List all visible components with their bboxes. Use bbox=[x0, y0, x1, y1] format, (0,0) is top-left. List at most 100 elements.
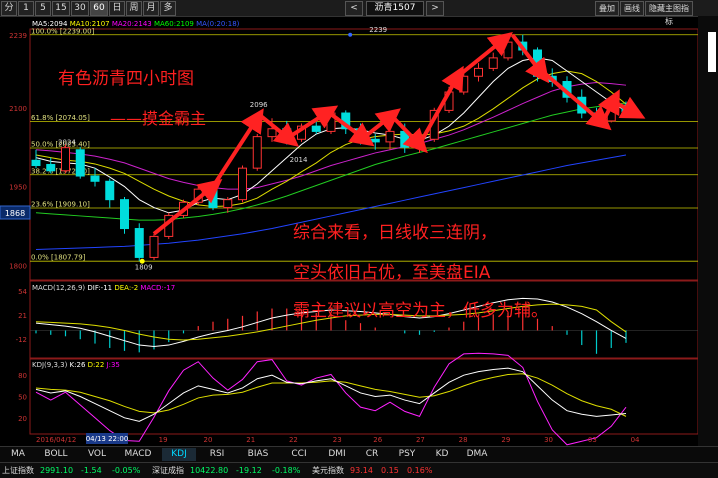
time-tick: 20 bbox=[204, 436, 213, 444]
legend-item: J:35 bbox=[106, 361, 120, 369]
macd-tick: 21 bbox=[18, 312, 27, 320]
time-tick: 23 bbox=[333, 436, 342, 444]
kdj-d-line bbox=[35, 373, 627, 417]
time-tick: 22 bbox=[289, 436, 298, 444]
index-name[interactable]: 深证成指 bbox=[152, 463, 184, 478]
comment-line-1: 综合来看，日线收三连阴， bbox=[293, 223, 497, 243]
legend-item: MA(0:20:18) bbox=[196, 20, 240, 28]
author-note: ——摸金霸主 bbox=[110, 109, 206, 128]
candle-body bbox=[267, 128, 277, 138]
right-scroll-thumb[interactable] bbox=[708, 32, 716, 72]
period-button[interactable]: 日 bbox=[109, 1, 125, 16]
indicator-tab[interactable]: KDJ bbox=[162, 448, 196, 461]
time-tick: 21 bbox=[246, 436, 255, 444]
candle-body bbox=[488, 57, 498, 69]
candle-body bbox=[385, 130, 395, 143]
price-label: 2239 bbox=[369, 26, 387, 34]
tool-button[interactable]: 画线 bbox=[620, 1, 644, 16]
period-button[interactable]: 15 bbox=[52, 1, 70, 16]
chart-area: 100.0% [2239.00]61.8% [2074.05]50.0% [20… bbox=[0, 16, 718, 446]
comment-line-2: 空头依旧占优，至美盘EIA bbox=[293, 263, 491, 283]
fib-label: 100.0% [2239.00] bbox=[31, 27, 95, 35]
prev-symbol-button[interactable]: < bbox=[345, 1, 363, 16]
legend-title: KDJ(9,3,3) bbox=[32, 361, 70, 369]
indicator-tab[interactable]: DMI bbox=[320, 448, 354, 461]
tool-button[interactable]: 叠加 bbox=[595, 1, 619, 16]
indicator-tabs: MA BOLL VOL MACD KDJ RSI BIAS CCI DMI CR PSY KD DMA bbox=[0, 446, 718, 462]
legend-item: MA20:2143 bbox=[112, 20, 154, 28]
price-tick: 1800 bbox=[9, 262, 27, 270]
tool-button[interactable]: 隐藏主图指标 bbox=[645, 1, 693, 26]
candle-body bbox=[311, 125, 321, 132]
index-name[interactable]: 上证指数 bbox=[2, 463, 34, 478]
cursor-time-label: 04/13 22:00 bbox=[86, 435, 129, 443]
index-name[interactable]: 美元指数 bbox=[312, 463, 344, 478]
time-tick: 19 bbox=[159, 436, 168, 444]
time-tick: 29 bbox=[501, 436, 510, 444]
fib-label: 61.8% [2074.05] bbox=[31, 114, 90, 122]
candle-body bbox=[208, 188, 218, 209]
indicator-tab[interactable]: DMA bbox=[460, 448, 494, 461]
index-change: -1.54 bbox=[81, 466, 102, 475]
time-tick: 30 bbox=[544, 436, 553, 444]
price-label: 2014 bbox=[290, 156, 308, 164]
next-symbol-button[interactable]: > bbox=[426, 1, 444, 16]
candle-body bbox=[31, 159, 41, 167]
price-label: 1809 bbox=[135, 264, 153, 272]
legend-item: K:26 bbox=[70, 361, 88, 369]
period-button[interactable]: 月 bbox=[143, 1, 159, 16]
candle-body bbox=[75, 149, 85, 177]
candle-body bbox=[238, 167, 247, 201]
index-pct: -0.18% bbox=[272, 466, 301, 475]
symbol-selector[interactable]: 沥青1507 bbox=[366, 1, 424, 16]
indicator-tab[interactable]: MACD bbox=[118, 448, 158, 461]
price-tick: 2239 bbox=[9, 32, 27, 40]
indicator-tab[interactable]: RSI bbox=[200, 448, 234, 461]
period-button[interactable]: 1 bbox=[18, 1, 34, 16]
price-label: 2024 bbox=[58, 139, 76, 147]
legend-title: MACD(12,26,9) bbox=[32, 284, 87, 292]
index-value: 93.14 bbox=[350, 466, 373, 475]
indicator-tab[interactable]: BOLL bbox=[36, 448, 76, 461]
indicator-tab[interactable]: MA bbox=[4, 448, 32, 461]
kdj-panel-frame bbox=[29, 358, 699, 435]
comment-line-3: 霸主建议以高空为主，低多为辅。 bbox=[293, 301, 548, 321]
fib-label: 23.6% [1909.10] bbox=[31, 201, 90, 209]
indicator-tab[interactable]: CR bbox=[358, 448, 386, 461]
right-scrollbar[interactable] bbox=[698, 16, 718, 446]
index-change: -19.12 bbox=[236, 466, 262, 475]
period-button[interactable]: 5 bbox=[35, 1, 51, 16]
indicator-tab[interactable]: BIAS bbox=[238, 448, 278, 461]
time-tick: 26 bbox=[373, 436, 382, 444]
candle-body bbox=[370, 138, 380, 143]
chart-title-note: 有色沥青四小时图 bbox=[58, 69, 194, 89]
candle-body bbox=[252, 136, 262, 169]
candle-body bbox=[105, 180, 115, 201]
time-tick: 28 bbox=[459, 436, 468, 444]
indicator-tab[interactable]: PSY bbox=[390, 448, 424, 461]
legend-item: MA5:2094 bbox=[32, 20, 70, 28]
legend-item: MA10:2107 bbox=[70, 20, 112, 28]
candle-body bbox=[120, 199, 129, 230]
period-button[interactable]: 周 bbox=[126, 1, 142, 16]
macd-tick: 54 bbox=[18, 288, 27, 296]
candle-body bbox=[223, 199, 233, 209]
index-pct: 0.16% bbox=[407, 466, 433, 475]
period-button[interactable]: 分 bbox=[1, 1, 17, 16]
legend-item: D:22 bbox=[88, 361, 107, 369]
market-status-bar: 上证指数 2991.10 -1.54 -0.05% 深证成指 10422.80 -19.12… bbox=[0, 462, 718, 478]
indicator-tab[interactable]: VOL bbox=[80, 448, 114, 461]
index-pct: -0.05% bbox=[112, 466, 141, 475]
candle-body bbox=[134, 228, 144, 258]
indicator-tab[interactable]: CCI bbox=[282, 448, 316, 461]
kdj-tick: 50 bbox=[18, 394, 27, 402]
time-tick: 04 bbox=[631, 436, 640, 444]
index-value: 10422.80 bbox=[190, 466, 229, 475]
period-button[interactable]: 60 bbox=[90, 1, 108, 16]
period-button[interactable]: 多 bbox=[160, 1, 176, 16]
candle-body bbox=[459, 75, 469, 93]
indicator-tab[interactable]: KD bbox=[428, 448, 456, 461]
period-button[interactable]: 30 bbox=[71, 1, 89, 16]
macd-tick: -12 bbox=[16, 336, 27, 344]
legend-item: DEA:-2 bbox=[114, 284, 140, 292]
